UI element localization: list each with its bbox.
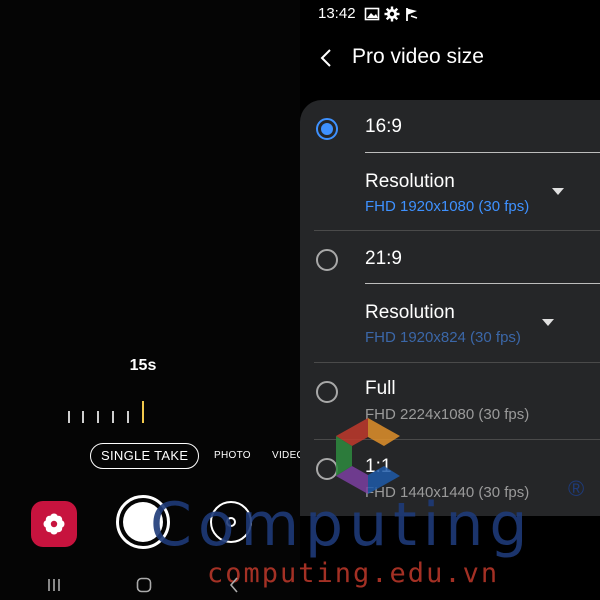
option-16-9[interactable]: 16:9 Resolution FHD 1920x1080 (30 fps) [300, 100, 600, 230]
mode-single-take[interactable]: SINGLE TAKE [90, 443, 200, 469]
system-nav-bar [0, 570, 600, 600]
back-nav-icon [229, 577, 238, 593]
image-icon [364, 7, 380, 21]
watermark-brand: Computing [150, 490, 534, 560]
dropdown-arrow-icon[interactable] [542, 319, 554, 326]
resolution-value: FHD 1920x824 (30 fps) [365, 329, 521, 346]
recents-icon [48, 579, 60, 591]
home-button[interactable] [132, 574, 156, 596]
divider [365, 152, 600, 153]
slider-tick [112, 411, 114, 423]
radio-16-9[interactable] [316, 118, 338, 140]
slider-tick [97, 411, 99, 423]
gallery-button[interactable] [31, 501, 77, 547]
mode-photo[interactable]: PHOTO [214, 443, 251, 469]
duration-slider[interactable] [66, 400, 156, 426]
status-bar: 13:42 [300, 0, 600, 30]
back-button[interactable] [310, 42, 342, 74]
slider-thumb[interactable] [142, 401, 144, 423]
divider [365, 283, 600, 284]
status-time: 13:42 [318, 5, 356, 22]
resolution-label[interactable]: Resolution [365, 302, 455, 324]
slider-tick [68, 411, 70, 423]
flower-icon [43, 513, 65, 535]
option-21-9[interactable]: 21:9 Resolution FHD 1920x824 (30 fps) [300, 231, 600, 362]
option-label: 16:9 [365, 116, 402, 137]
option-label: 21:9 [365, 248, 402, 269]
settings-header: Pro video size [300, 36, 600, 80]
page-title: Pro video size [352, 45, 484, 68]
option-label: Full [365, 378, 396, 399]
radio-full[interactable] [316, 381, 338, 403]
camera-mode-selector: SINGLE TAKE PHOTO VIDEO [0, 443, 304, 471]
radio-21-9[interactable] [316, 249, 338, 271]
home-icon [136, 577, 152, 593]
resolution-value: FHD 1920x1080 (30 fps) [365, 198, 530, 215]
back-nav-button[interactable] [222, 574, 246, 596]
chevron-left-icon [320, 49, 331, 67]
timer-duration-label: 15s [129, 357, 157, 374]
gear-icon [384, 6, 400, 22]
resolution-label[interactable]: Resolution [365, 171, 455, 193]
dropdown-arrow-icon[interactable] [552, 188, 564, 195]
flag-icon [406, 8, 418, 21]
slider-tick [82, 411, 84, 423]
watermark-registered: ® [568, 476, 585, 501]
recents-button[interactable] [42, 574, 66, 596]
slider-tick [127, 411, 129, 423]
watermark-logo [336, 418, 400, 494]
